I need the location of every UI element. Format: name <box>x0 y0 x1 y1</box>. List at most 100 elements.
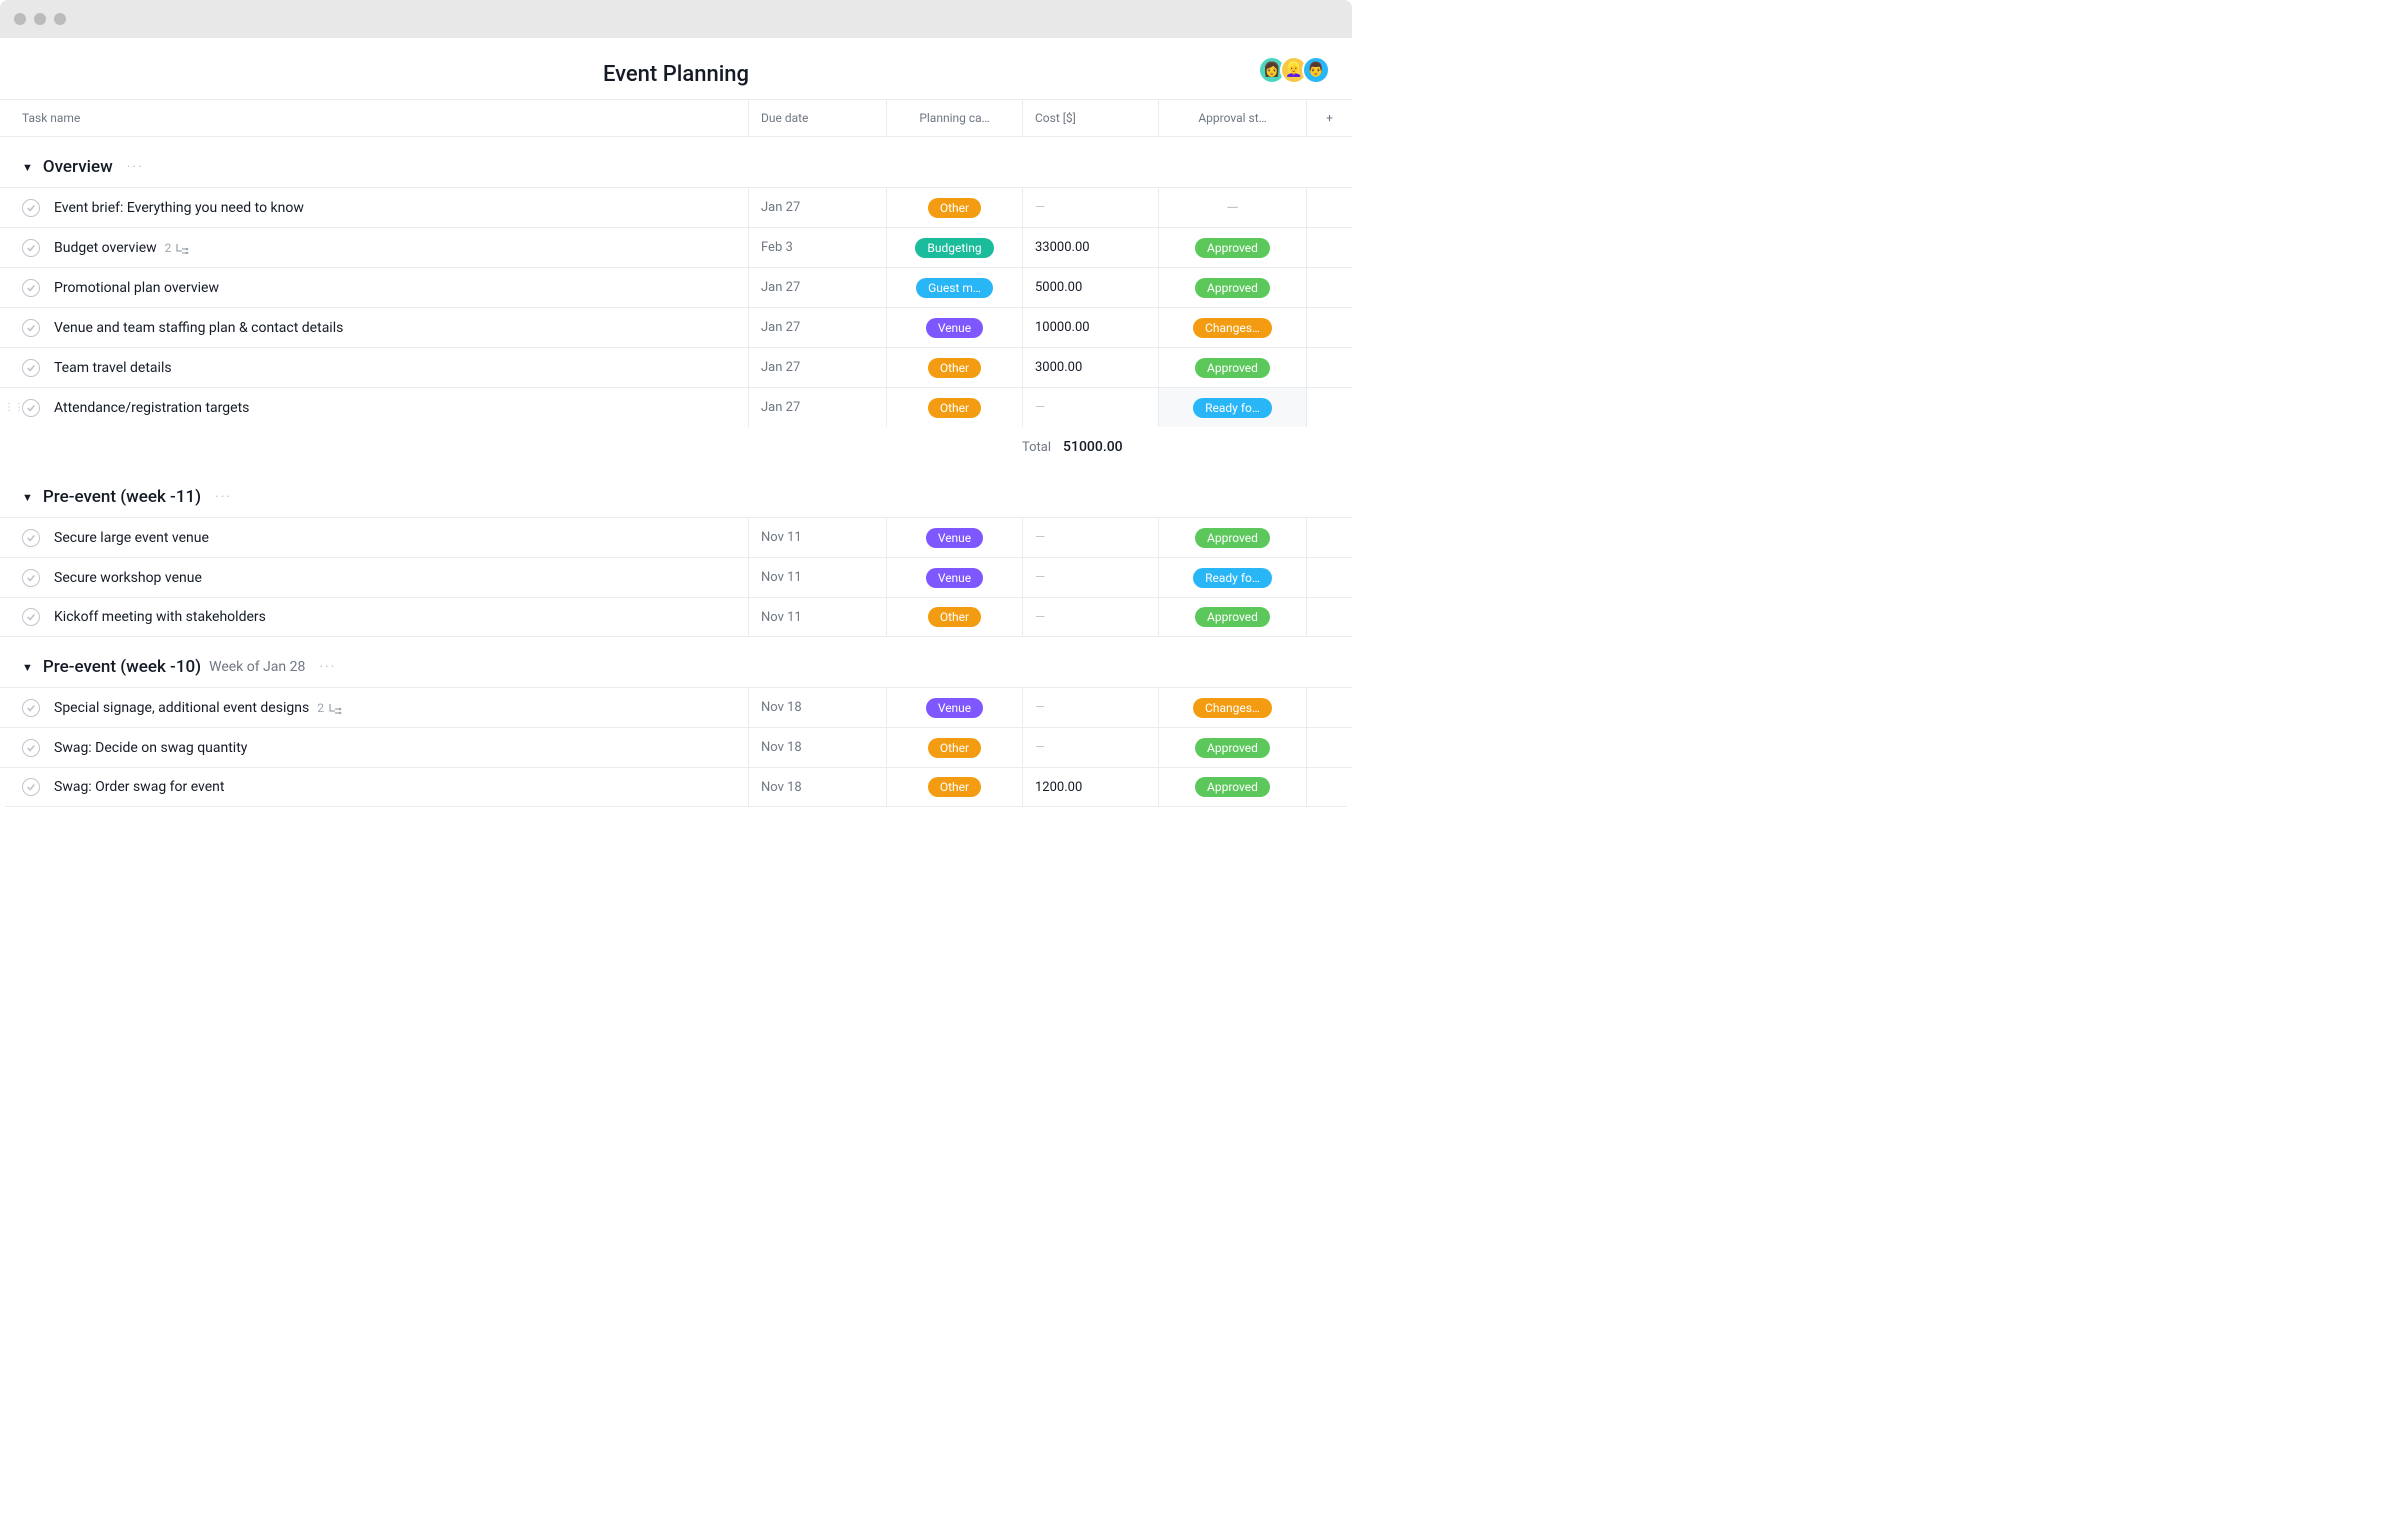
column-planning-category[interactable]: Planning ca… <box>886 100 1022 136</box>
section-more-icon[interactable]: ··· <box>215 489 232 505</box>
task-cost-cell[interactable]: — <box>1022 388 1158 427</box>
task-cost-cell[interactable]: 3000.00 <box>1022 348 1158 387</box>
window-minimize-button[interactable] <box>34 13 46 25</box>
task-row[interactable]: Budget overview2 Feb 3Budgeting33000.00A… <box>0 227 1352 267</box>
complete-task-checkbox[interactable] <box>22 569 40 587</box>
collaborator-avatar[interactable]: 👨 <box>1302 56 1330 84</box>
complete-task-checkbox[interactable] <box>22 319 40 337</box>
task-status-cell[interactable]: Ready fo… <box>1158 558 1306 597</box>
task-cost-cell[interactable]: — <box>1022 188 1158 227</box>
add-column-button[interactable]: + <box>1306 100 1352 136</box>
section-collapse-toggle[interactable]: ▼ <box>22 661 33 674</box>
task-name[interactable]: Secure workshop venue <box>40 570 748 586</box>
task-cost-cell[interactable]: 5000.00 <box>1022 268 1158 307</box>
column-due-date[interactable]: Due date <box>748 100 886 136</box>
task-status-cell[interactable]: — <box>1158 188 1306 227</box>
task-category-cell[interactable]: Venue <box>886 558 1022 597</box>
task-status-cell[interactable]: Changes… <box>1158 688 1306 727</box>
task-row[interactable]: ⋮⋮ Attendance/registration targetsJan 27O… <box>0 387 1352 427</box>
task-due-date[interactable]: Nov 11 <box>748 518 886 557</box>
task-status-cell[interactable]: Approved <box>1158 228 1306 267</box>
task-cost-cell[interactable]: 33000.00 <box>1022 228 1158 267</box>
section-title[interactable]: Pre-event (week -10) <box>43 657 201 677</box>
task-row[interactable]: Secure workshop venueNov 11Venue—Ready f… <box>0 557 1352 597</box>
section-more-icon[interactable]: ··· <box>319 659 336 675</box>
column-task-name[interactable]: Task name <box>0 111 748 125</box>
complete-task-checkbox[interactable] <box>22 359 40 377</box>
task-row[interactable]: Promotional plan overviewJan 27Guest m…5… <box>0 267 1352 307</box>
complete-task-checkbox[interactable] <box>22 279 40 297</box>
task-category-cell[interactable]: Other <box>886 348 1022 387</box>
task-status-cell[interactable]: Approved <box>1158 348 1306 387</box>
task-due-date[interactable]: Jan 27 <box>748 308 886 347</box>
task-status-cell[interactable]: Approved <box>1158 768 1306 806</box>
task-category-cell[interactable]: Budgeting <box>886 228 1022 267</box>
complete-task-checkbox[interactable] <box>22 529 40 547</box>
task-status-cell[interactable]: Ready fo… <box>1158 388 1306 427</box>
task-row[interactable]: Kickoff meeting with stakeholdersNov 11O… <box>0 597 1352 637</box>
task-status-cell[interactable]: Changes… <box>1158 308 1306 347</box>
task-row[interactable]: Secure large event venueNov 11Venue—Appr… <box>0 517 1352 557</box>
drag-handle-icon[interactable]: ⋮⋮ <box>4 402 24 413</box>
task-cost-cell[interactable]: — <box>1022 598 1158 636</box>
column-approval-status[interactable]: Approval st… <box>1158 100 1306 136</box>
task-row[interactable]: Special signage, additional event design… <box>0 687 1352 727</box>
task-row[interactable]: Venue and team staffing plan & contact d… <box>0 307 1352 347</box>
task-row[interactable]: Swag: Decide on swag quantityNov 18Other… <box>0 727 1352 767</box>
task-status-cell[interactable]: Approved <box>1158 268 1306 307</box>
task-category-cell[interactable]: Venue <box>886 308 1022 347</box>
task-name[interactable]: Swag: Order swag for event <box>40 779 748 795</box>
task-name[interactable]: Promotional plan overview <box>40 280 748 296</box>
task-category-cell[interactable]: Other <box>886 188 1022 227</box>
section-title[interactable]: Overview <box>43 157 113 177</box>
complete-task-checkbox[interactable] <box>22 608 40 626</box>
section-more-icon[interactable]: ··· <box>127 159 144 175</box>
task-category-cell[interactable]: Guest m… <box>886 268 1022 307</box>
task-category-cell[interactable]: Other <box>886 768 1022 806</box>
task-due-date[interactable]: Feb 3 <box>748 228 886 267</box>
task-due-date[interactable]: Nov 11 <box>748 598 886 636</box>
section-collapse-toggle[interactable]: ▼ <box>22 491 33 504</box>
complete-task-checkbox[interactable] <box>22 399 40 417</box>
column-cost[interactable]: Cost [$] <box>1022 100 1158 136</box>
task-status-cell[interactable]: Approved <box>1158 598 1306 636</box>
task-name[interactable]: Secure large event venue <box>40 530 748 546</box>
task-cost-cell[interactable]: — <box>1022 688 1158 727</box>
task-name[interactable]: Swag: Decide on swag quantity <box>40 740 748 756</box>
task-name[interactable]: Attendance/registration targets <box>40 400 748 416</box>
task-category-cell[interactable]: Other <box>886 388 1022 427</box>
task-name[interactable]: Venue and team staffing plan & contact d… <box>40 320 748 336</box>
task-row[interactable]: Swag: Order swag for eventNov 18Other120… <box>0 767 1352 807</box>
task-name[interactable]: Budget overview2 <box>40 240 748 256</box>
task-due-date[interactable]: Nov 18 <box>748 688 886 727</box>
subtask-indicator[interactable]: 2 <box>165 241 190 255</box>
window-close-button[interactable] <box>14 13 26 25</box>
task-due-date[interactable]: Jan 27 <box>748 268 886 307</box>
task-cost-cell[interactable]: — <box>1022 728 1158 767</box>
window-zoom-button[interactable] <box>54 13 66 25</box>
task-cost-cell[interactable]: — <box>1022 518 1158 557</box>
section-title[interactable]: Pre-event (week -11) <box>43 487 201 507</box>
task-name[interactable]: Special signage, additional event design… <box>40 700 748 716</box>
task-cost-cell[interactable]: — <box>1022 558 1158 597</box>
task-due-date[interactable]: Nov 11 <box>748 558 886 597</box>
task-name[interactable]: Kickoff meeting with stakeholders <box>40 609 748 625</box>
task-cost-cell[interactable]: 10000.00 <box>1022 308 1158 347</box>
task-category-cell[interactable]: Other <box>886 598 1022 636</box>
complete-task-checkbox[interactable] <box>22 239 40 257</box>
task-due-date[interactable]: Nov 18 <box>748 728 886 767</box>
task-due-date[interactable]: Jan 27 <box>748 388 886 427</box>
task-due-date[interactable]: Nov 18 <box>748 768 886 806</box>
subtask-indicator[interactable]: 2 <box>317 701 342 715</box>
task-name[interactable]: Team travel details <box>40 360 748 376</box>
complete-task-checkbox[interactable] <box>22 739 40 757</box>
task-due-date[interactable]: Jan 27 <box>748 348 886 387</box>
task-row[interactable]: Event brief: Everything you need to know… <box>0 187 1352 227</box>
task-name[interactable]: Event brief: Everything you need to know <box>40 200 748 216</box>
task-status-cell[interactable]: Approved <box>1158 728 1306 767</box>
task-cost-cell[interactable]: 1200.00 <box>1022 768 1158 806</box>
task-category-cell[interactable]: Other <box>886 728 1022 767</box>
complete-task-checkbox[interactable] <box>22 199 40 217</box>
task-category-cell[interactable]: Venue <box>886 688 1022 727</box>
task-category-cell[interactable]: Venue <box>886 518 1022 557</box>
